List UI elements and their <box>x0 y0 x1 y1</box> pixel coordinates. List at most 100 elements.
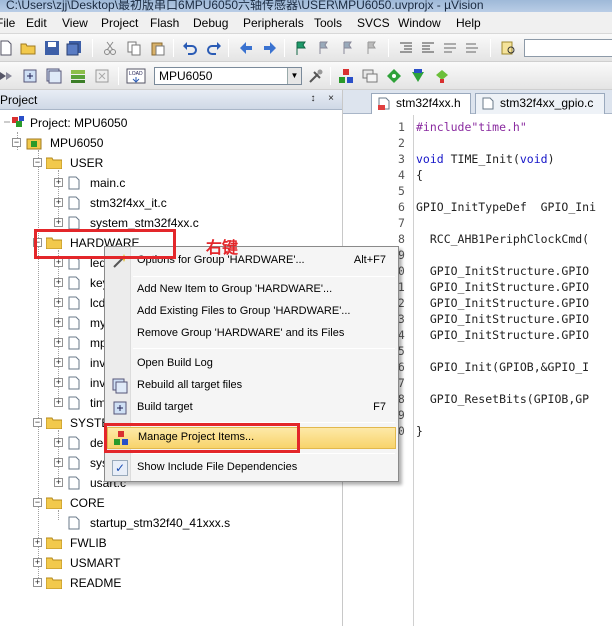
menu-help[interactable]: Help <box>456 16 481 30</box>
load-download-icon[interactable]: LOAD <box>126 68 146 84</box>
tree-file-item[interactable]: + main.c <box>0 174 220 192</box>
menu-project[interactable]: Project <box>101 16 138 30</box>
expand-icon[interactable]: + <box>54 198 63 207</box>
stop-build-icon[interactable] <box>94 68 110 84</box>
expand-icon[interactable]: + <box>54 438 63 447</box>
tree-file-item[interactable]: + sys <box>0 454 110 472</box>
menu-item-show-include-deps[interactable]: ✓ Show Include File Dependencies <box>107 458 396 478</box>
tab-stm32f4xx-h[interactable]: stm32f4xx.h <box>371 93 471 114</box>
pin-icon[interactable]: ↕ <box>306 92 320 106</box>
code-text: TIME_Init( <box>443 152 520 166</box>
prev-bookmark-icon[interactable] <box>316 40 332 56</box>
tree-file-item[interactable]: + lcd <box>0 294 110 312</box>
pack-installer-icon[interactable] <box>386 68 402 84</box>
menu-debug[interactable]: Debug <box>193 16 228 30</box>
menu-item-add-existing-files[interactable]: Add Existing Files to Group 'HARDWARE'..… <box>107 302 396 322</box>
tree-file-item[interactable]: + tim <box>0 394 110 412</box>
menu-svcs[interactable]: SVCS <box>357 16 390 30</box>
expand-icon[interactable]: + <box>54 278 63 287</box>
nav-back-icon[interactable] <box>238 40 254 56</box>
tree-file-item[interactable]: + inv <box>0 374 110 392</box>
expand-icon[interactable]: + <box>33 578 42 587</box>
tree-group-usmart[interactable]: + USMART <box>0 554 200 572</box>
tree-file-item[interactable]: startup_stm32f40_41xxx.s <box>0 514 240 532</box>
expand-icon[interactable]: + <box>33 558 42 567</box>
target-select[interactable]: MPU6050 ▼ <box>154 67 302 85</box>
tree-project-root[interactable]: Project: MPU6050 <box>0 114 200 132</box>
build-icon[interactable] <box>22 68 38 84</box>
tree-group-system[interactable]: − SYSTEM <box>0 414 119 432</box>
tree-file-item[interactable]: + key <box>0 274 110 292</box>
paste-icon[interactable] <box>150 40 166 56</box>
undo-icon[interactable] <box>182 40 198 56</box>
expand-icon[interactable]: + <box>54 478 63 487</box>
collapse-icon[interactable]: − <box>12 138 21 147</box>
menu-item-open-build-log[interactable]: Open Build Log <box>107 354 396 374</box>
expand-icon[interactable]: + <box>54 378 63 387</box>
redo-icon[interactable] <box>206 40 222 56</box>
menu-item-add-new-item[interactable]: Add New Item to Group 'HARDWARE'... <box>107 280 396 300</box>
tree-file-item[interactable]: + mp <box>0 334 110 352</box>
nav-forward-icon[interactable] <box>262 40 278 56</box>
tree-target[interactable]: − MPU6050 <box>0 134 200 152</box>
tree-file-item[interactable]: + my <box>0 314 110 332</box>
tree-file-item[interactable]: + de <box>0 434 110 452</box>
batch-build-icon[interactable] <box>70 68 86 84</box>
copy-icon[interactable] <box>126 40 142 56</box>
target-options-icon[interactable] <box>308 68 324 84</box>
expand-icon[interactable]: + <box>54 298 63 307</box>
multi-project-icon[interactable] <box>434 68 450 84</box>
new-file-icon[interactable] <box>0 40 14 56</box>
uncomment-icon[interactable] <box>464 40 480 56</box>
expand-icon[interactable]: + <box>54 218 63 227</box>
close-icon[interactable]: × <box>324 92 338 106</box>
bookmark-icon[interactable] <box>294 40 310 56</box>
expand-icon[interactable]: + <box>54 318 63 327</box>
indent-icon[interactable] <box>398 40 414 56</box>
rebuild-icon[interactable] <box>46 68 62 84</box>
tree-group-user[interactable]: − USER <box>0 154 200 172</box>
find-input[interactable] <box>524 39 612 57</box>
tree-group-core[interactable]: − CORE <box>0 494 200 512</box>
tree-file-item[interactable]: + stm32f4xx_it.c <box>0 194 220 212</box>
tree-file-item[interactable]: + inv <box>0 354 110 372</box>
expand-icon[interactable]: + <box>54 358 63 367</box>
tree-group-readme[interactable]: + README <box>0 574 200 592</box>
tree-group-fwlib[interactable]: + FWLIB <box>0 534 200 552</box>
expand-icon[interactable]: + <box>54 258 63 267</box>
menu-flash[interactable]: Flash <box>150 16 179 30</box>
file-extensions-icon[interactable] <box>362 68 378 84</box>
run-time-environment-icon[interactable] <box>410 68 426 84</box>
open-folder-icon[interactable] <box>20 40 36 56</box>
manage-components-icon[interactable] <box>338 68 354 84</box>
expand-icon[interactable]: + <box>33 538 42 547</box>
code-editor[interactable]: #include"time.h" void TIME_Init(void) { … <box>413 115 612 626</box>
expand-icon[interactable]: + <box>54 178 63 187</box>
menu-item-rebuild-all[interactable]: Rebuild all target files <box>107 376 396 396</box>
comment-icon[interactable] <box>442 40 458 56</box>
collapse-icon[interactable]: − <box>33 158 42 167</box>
outdent-icon[interactable] <box>420 40 436 56</box>
translate-icon[interactable] <box>0 68 14 84</box>
chevron-down-icon[interactable]: ▼ <box>287 68 301 84</box>
menu-edit[interactable]: Edit <box>26 16 47 30</box>
clear-bookmarks-icon[interactable] <box>364 40 380 56</box>
expand-icon[interactable]: + <box>54 398 63 407</box>
expand-icon[interactable]: + <box>54 338 63 347</box>
menu-view[interactable]: View <box>62 16 88 30</box>
menu-item-remove-group[interactable]: Remove Group 'HARDWARE' and its Files <box>107 324 396 344</box>
tab-stm32f4xx-gpio-c[interactable]: stm32f4xx_gpio.c <box>475 93 605 114</box>
find-in-files-icon[interactable] <box>500 40 516 56</box>
cut-icon[interactable] <box>102 40 118 56</box>
collapse-icon[interactable]: − <box>33 418 42 427</box>
expand-icon[interactable]: + <box>54 458 63 467</box>
menu-file[interactable]: File <box>0 16 15 30</box>
save-all-icon[interactable] <box>66 40 82 56</box>
menu-item-build-target[interactable]: Build target F7 <box>107 398 396 418</box>
next-bookmark-icon[interactable] <box>340 40 356 56</box>
save-icon[interactable] <box>44 40 60 56</box>
menu-tools[interactable]: Tools <box>314 16 342 30</box>
menu-window[interactable]: Window <box>398 16 441 30</box>
collapse-icon[interactable]: − <box>33 498 42 507</box>
menu-peripherals[interactable]: Peripherals <box>243 16 304 30</box>
